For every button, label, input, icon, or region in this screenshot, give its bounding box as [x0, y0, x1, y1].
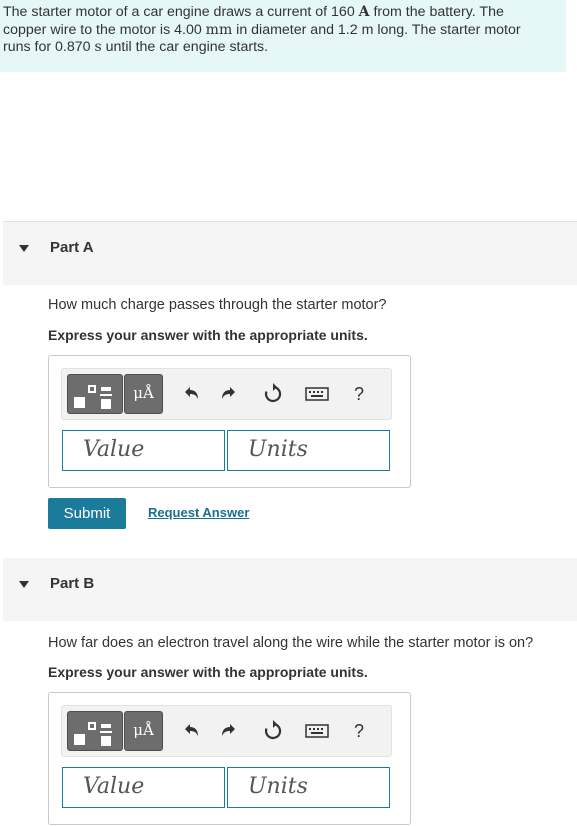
redo-icon [222, 387, 235, 399]
reset-button[interactable] [261, 382, 285, 406]
caret-down-icon[interactable] [19, 245, 29, 252]
part-b-units-input[interactable]: Units [227, 767, 390, 808]
units-placeholder: Units [248, 774, 308, 799]
part-b-header[interactable]: Part B [3, 558, 577, 621]
caret-down-icon[interactable] [19, 581, 29, 588]
undo-button[interactable] [178, 719, 202, 743]
templates-button[interactable] [67, 374, 123, 414]
problem-line-1: The starter motor of a car engine draws … [3, 4, 559, 22]
part-a-answer-box: μÅ ? Value Units [48, 355, 411, 488]
units-button[interactable]: μÅ [124, 711, 163, 751]
reset-icon [264, 383, 282, 403]
problem-line-3: runs for 0.870 s until the car engine st… [3, 39, 559, 57]
part-b-answer-box: μÅ ? Value Units [48, 692, 411, 825]
request-answer-link[interactable]: Request Answer [148, 505, 249, 520]
problem-line-3-text: runs for 0.870 [3, 39, 95, 55]
part-b-question: How far does an electron travel along th… [48, 635, 534, 651]
templates-icon [74, 722, 112, 746]
help-button[interactable]: ? [347, 719, 371, 743]
part-a-instruction: Express your answer with the appropriate… [48, 327, 368, 343]
units-button-label: μÅ [133, 384, 154, 402]
units-button-label: μÅ [133, 721, 154, 739]
problem-line-2-text: copper wire to the motor is 4.00 [3, 21, 206, 38]
part-b-value-input[interactable]: Value [62, 767, 225, 808]
problem-line-1-tail: from the battery. The [369, 4, 504, 20]
part-a-toolbar: μÅ ? [61, 368, 392, 420]
templates-button[interactable] [67, 711, 123, 751]
keyboard-icon [305, 387, 329, 401]
templates-icon [74, 385, 112, 409]
units-button[interactable]: μÅ [124, 374, 163, 414]
problem-line-2-tail: in diameter and 1.2 m long. The starter … [232, 21, 521, 38]
keyboard-button[interactable] [305, 719, 329, 743]
redo-button[interactable] [218, 719, 242, 743]
part-b-instruction: Express your answer with the appropriate… [48, 664, 368, 680]
part-b-title: Part B [50, 575, 95, 592]
problem-statement: The starter motor of a car engine draws … [0, 0, 566, 72]
problem-line-3-tail: until the car engine starts. [101, 39, 269, 55]
value-placeholder: Value [83, 437, 145, 462]
units-placeholder: Units [248, 437, 308, 462]
part-a-units-input[interactable]: Units [227, 430, 390, 471]
unit-amperes: A [358, 4, 370, 20]
problem-text: The starter motor of a car engine draws … [3, 4, 559, 57]
unit-millimeters: mm [205, 21, 233, 38]
redo-button[interactable] [218, 382, 242, 406]
keyboard-button[interactable] [305, 382, 329, 406]
redo-icon [222, 724, 235, 736]
undo-button[interactable] [178, 382, 202, 406]
unit-seconds: s [94, 39, 102, 55]
value-placeholder: Value [83, 774, 145, 799]
part-a-header[interactable]: Part A [3, 221, 577, 285]
undo-icon [185, 724, 198, 736]
reset-icon [264, 720, 282, 740]
part-a-question: How much charge passes through the start… [48, 297, 387, 313]
undo-icon [185, 387, 198, 399]
help-button[interactable]: ? [347, 382, 371, 406]
help-icon: ? [353, 721, 364, 741]
help-icon: ? [353, 384, 364, 404]
part-a-value-input[interactable]: Value [62, 430, 225, 471]
part-a-title: Part A [50, 239, 94, 256]
problem-line-1-text: The starter motor of a car engine draws … [3, 4, 359, 20]
reset-button[interactable] [261, 719, 285, 743]
submit-button[interactable]: Submit [48, 498, 126, 529]
problem-line-2: copper wire to the motor is 4.00 mm in d… [3, 22, 559, 40]
keyboard-icon [305, 724, 329, 738]
part-b-toolbar: μÅ ? [61, 705, 392, 757]
